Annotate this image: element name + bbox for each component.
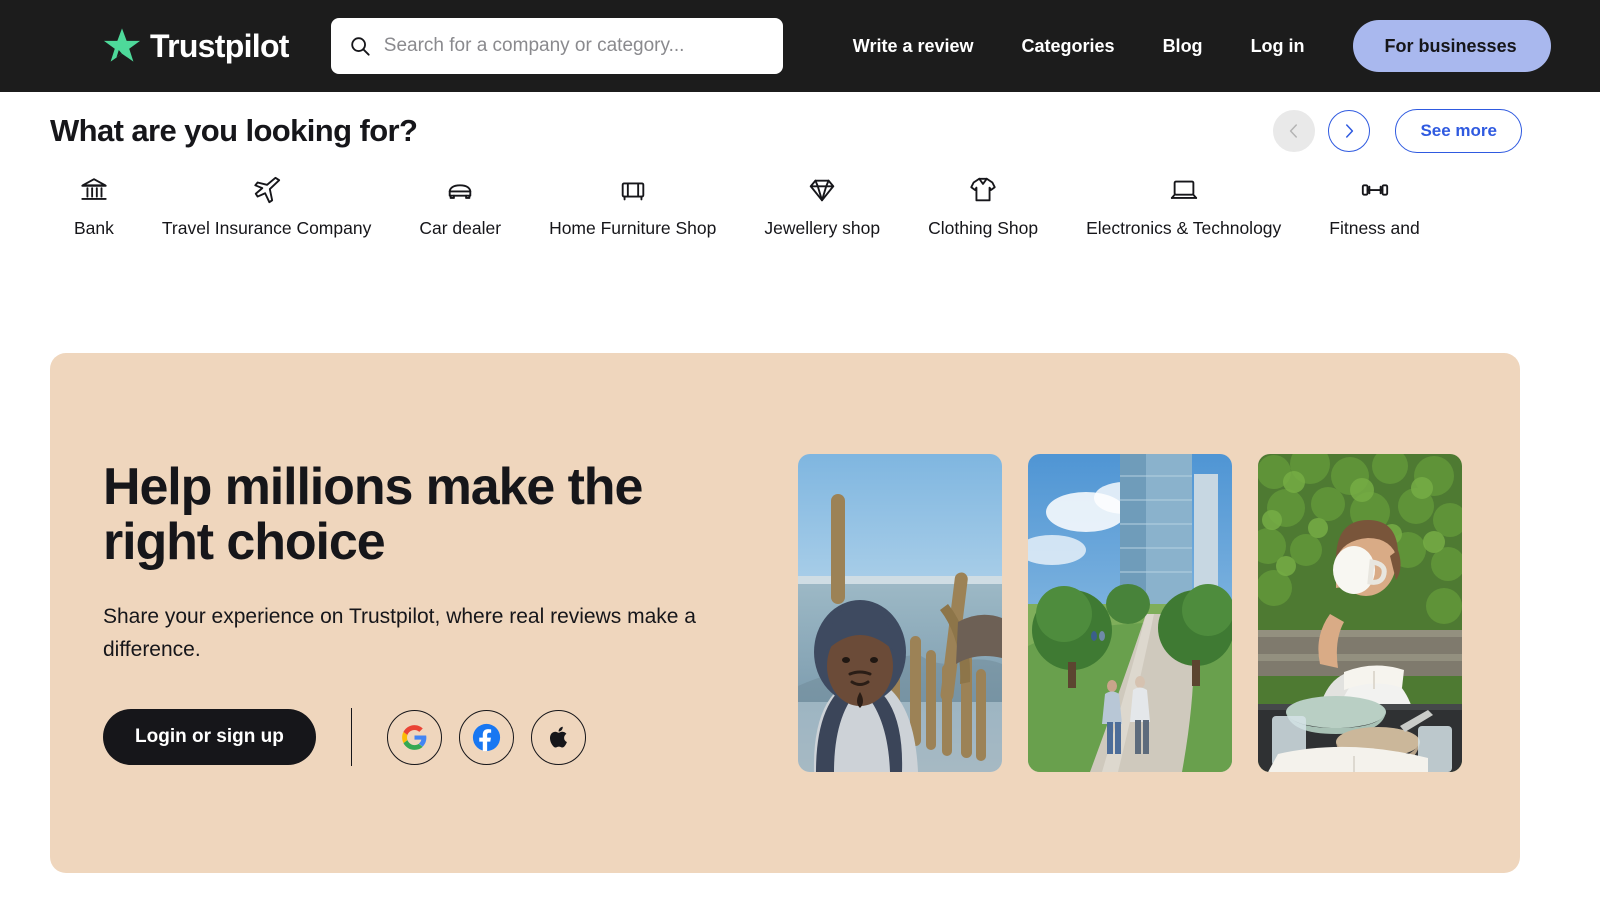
nav-link-categories[interactable]: Categories bbox=[998, 37, 1139, 55]
google-login-button[interactable] bbox=[387, 709, 443, 765]
category-item-home-furniture-shop[interactable]: Home Furniture Shop bbox=[525, 174, 740, 238]
facebook-icon bbox=[473, 723, 501, 751]
tshirt-icon bbox=[968, 174, 998, 206]
category-item-fitness-and[interactable]: Fitness and bbox=[1305, 174, 1443, 238]
hero-photo-gallery bbox=[798, 454, 1462, 772]
carousel-next-button[interactable] bbox=[1328, 110, 1371, 152]
photo-illustration bbox=[1028, 454, 1232, 772]
apple-login-button[interactable] bbox=[531, 709, 587, 765]
hero-title: Help millions make the right choice bbox=[103, 457, 643, 572]
hero-section-wrapper: Help millions make the right choice Shar… bbox=[0, 274, 1600, 873]
search-bar[interactable] bbox=[330, 18, 783, 74]
login-or-signup-button[interactable]: Login or sign up bbox=[103, 709, 316, 766]
category-item-electronics-technology[interactable]: Electronics & Technology bbox=[1062, 174, 1305, 238]
nav-link-blog[interactable]: Blog bbox=[1139, 37, 1227, 55]
category-label: Car dealer bbox=[419, 218, 502, 238]
category-label: Home Furniture Shop bbox=[549, 218, 717, 238]
category-header: What are you looking for? See more bbox=[0, 100, 1600, 162]
category-label: Clothing Shop bbox=[928, 218, 1039, 238]
chevron-left-icon bbox=[1290, 124, 1298, 138]
car-icon bbox=[445, 174, 475, 206]
photo-illustration bbox=[798, 454, 1002, 772]
hero-actions: Login or sign up bbox=[103, 708, 790, 767]
category-carousel[interactable]: Bank Travel Insurance Company Car dealer bbox=[0, 174, 1600, 274]
hero-subtitle: Share your experience on Trustpilot, whe… bbox=[103, 605, 696, 661]
armchair-icon bbox=[618, 174, 648, 206]
category-item-car-dealer[interactable]: Car dealer bbox=[395, 174, 525, 238]
trustpilot-logo[interactable]: Trustpilot bbox=[103, 27, 289, 65]
hero-banner: Help millions make the right choice Shar… bbox=[50, 353, 1520, 873]
primary-nav: Write a review Categories Blog Log in Fo… bbox=[829, 0, 1551, 92]
category-item-clothing-shop[interactable]: Clothing Shop bbox=[904, 174, 1062, 238]
hero-photo-cactus-selfie bbox=[798, 454, 1002, 772]
category-label: Electronics & Technology bbox=[1086, 218, 1282, 238]
category-title: What are you looking for? bbox=[50, 113, 418, 148]
google-icon bbox=[402, 724, 427, 750]
dumbbell-icon bbox=[1360, 174, 1390, 206]
for-businesses-button[interactable]: For businesses bbox=[1352, 20, 1551, 72]
category-section: What are you looking for? See more Bank … bbox=[0, 92, 1600, 274]
search-input[interactable] bbox=[383, 35, 765, 57]
apple-icon bbox=[549, 726, 567, 748]
category-item-jewellery-shop[interactable]: Jewellery shop bbox=[740, 174, 904, 238]
hero-content: Help millions make the right choice Shar… bbox=[50, 457, 790, 767]
see-more-button[interactable]: See more bbox=[1395, 109, 1522, 153]
laptop-icon bbox=[1169, 174, 1199, 206]
airplane-icon bbox=[252, 174, 282, 206]
category-label: Fitness and bbox=[1329, 218, 1420, 238]
action-divider bbox=[350, 708, 353, 767]
facebook-login-button[interactable] bbox=[459, 709, 515, 765]
category-label: Jewellery shop bbox=[764, 218, 881, 238]
nav-link-log-in[interactable]: Log in bbox=[1227, 37, 1329, 55]
category-item-bank[interactable]: Bank bbox=[50, 174, 138, 238]
category-label: Travel Insurance Company bbox=[161, 218, 372, 238]
carousel-prev-button[interactable] bbox=[1273, 110, 1316, 152]
photo-illustration bbox=[1258, 454, 1462, 772]
search-icon bbox=[351, 37, 370, 56]
category-item-travel-insurance-company[interactable]: Travel Insurance Company bbox=[138, 174, 395, 238]
hero-photo-coffee-table bbox=[1258, 454, 1462, 772]
hero-photo-park-walk bbox=[1028, 454, 1232, 772]
category-label: Bank bbox=[74, 218, 114, 238]
category-controls: See more bbox=[1273, 109, 1522, 153]
site-header: Trustpilot Write a review Categories Blo… bbox=[0, 0, 1600, 92]
bank-icon bbox=[79, 174, 109, 206]
nav-link-write-a-review[interactable]: Write a review bbox=[829, 37, 998, 55]
logo-wordmark: Trustpilot bbox=[150, 28, 289, 64]
social-login-row bbox=[387, 709, 587, 765]
diamond-icon bbox=[807, 174, 837, 206]
chevron-right-icon bbox=[1346, 124, 1354, 138]
trustpilot-star-icon bbox=[103, 28, 141, 62]
